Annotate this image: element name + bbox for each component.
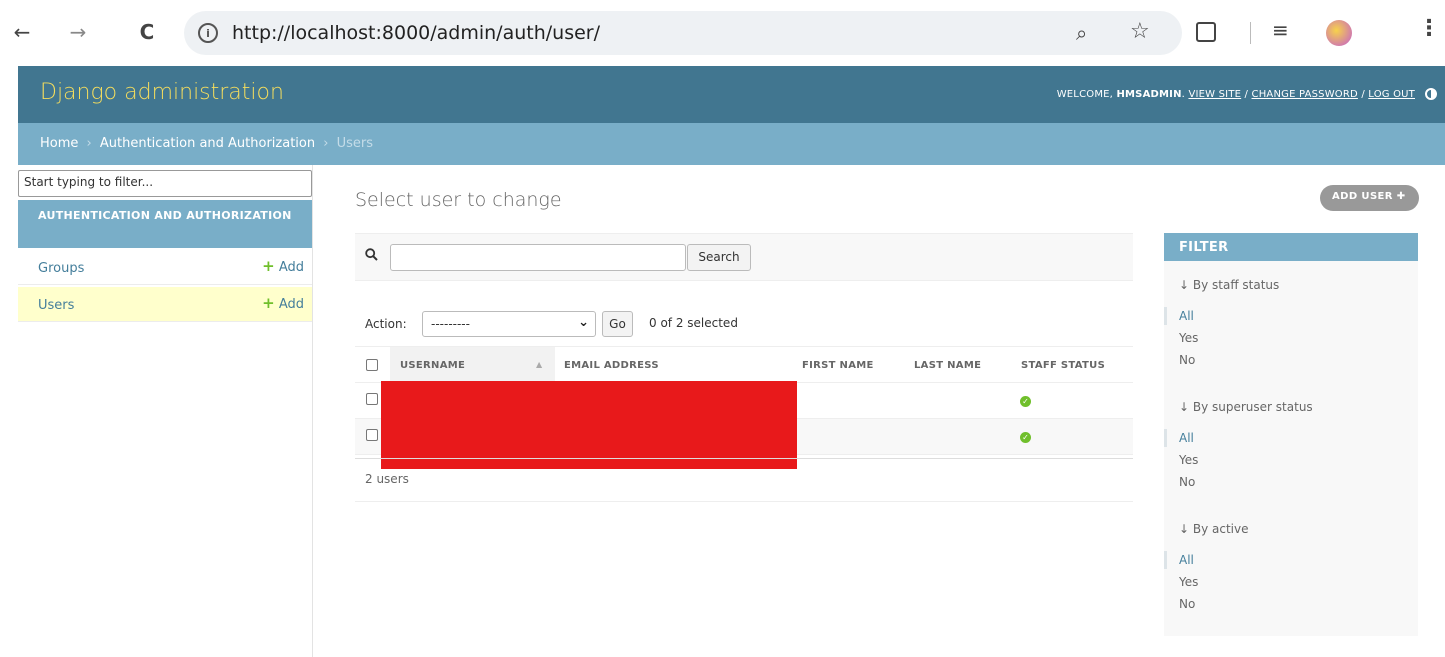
view-site-link[interactable]: VIEW SITE (1188, 89, 1241, 100)
filter-group-staff-status[interactable]: ↓ By staff status (1179, 278, 1279, 292)
sidebar-item-groups: Groups + Add (18, 250, 312, 285)
filter-group-active[interactable]: ↓ By active (1179, 522, 1249, 536)
site-name[interactable]: Django administration (40, 80, 284, 105)
filter-selected-marker (1164, 307, 1167, 325)
sidebar-item-label[interactable]: Users (38, 298, 74, 313)
filter-option-yes[interactable]: Yes (1179, 575, 1198, 589)
table-header: USERNAME ▲ EMAIL ADDRESS FIRST NAME LAST… (355, 346, 1133, 383)
log-out-link[interactable]: LOG OUT (1368, 89, 1415, 100)
column-header-staff-status[interactable]: STAFF STATUS (1021, 360, 1105, 371)
zoom-icon[interactable]: ⌕ (1076, 21, 1087, 45)
column-header-username[interactable]: USERNAME (400, 360, 465, 371)
column-header-email[interactable]: EMAIL ADDRESS (564, 360, 659, 371)
change-password-link[interactable]: CHANGE PASSWORD (1252, 89, 1358, 100)
add-group-link[interactable]: + Add (262, 257, 304, 275)
extensions-icon[interactable] (1196, 22, 1216, 42)
row-checkbox[interactable] (366, 393, 378, 405)
breadcrumb: Home › Authentication and Authorization … (18, 123, 1445, 165)
check-circle-icon: ✓ (1020, 396, 1031, 407)
redaction-block (381, 381, 797, 469)
column-header-first-name[interactable]: FIRST NAME (802, 360, 874, 371)
profile-avatar[interactable] (1326, 20, 1352, 46)
sort-ascending-icon[interactable]: ▲ (536, 360, 542, 369)
search-icon (365, 248, 378, 261)
filter-option-yes[interactable]: Yes (1179, 331, 1198, 345)
plus-icon: + (262, 257, 275, 275)
sidebar-item-label[interactable]: Groups (38, 261, 84, 276)
check-circle-icon: ✓ (1020, 432, 1031, 443)
search-input[interactable] (390, 244, 686, 271)
forward-icon[interactable]: → (64, 18, 92, 46)
action-label: Action: (365, 317, 407, 331)
tools-separator: / (1361, 89, 1365, 100)
admin-header: Django administration WELCOME, HMSADMIN.… (18, 66, 1445, 123)
add-user-button[interactable]: ADD USER ✚ (1320, 185, 1419, 211)
breadcrumb-home[interactable]: Home (40, 136, 78, 151)
sidebar-item-users: Users + Add (18, 287, 312, 322)
more-icon[interactable]: ⋮ (1418, 16, 1440, 41)
filter-option-all[interactable]: All (1179, 431, 1194, 445)
selected-count: 0 of 2 selected (649, 316, 738, 330)
site-info-icon[interactable]: i (198, 23, 218, 43)
sidebar-app-auth[interactable]: AUTHENTICATION AND AUTHORIZATION (18, 200, 312, 248)
user-tools: WELCOME, HMSADMIN. VIEW SITE / CHANGE PA… (1057, 89, 1415, 100)
paginator: 2 users (355, 458, 1133, 502)
tools-separator: / (1244, 89, 1249, 100)
bookmark-star-icon[interactable]: ☆ (1130, 19, 1150, 44)
action-selected-value: --------- (431, 317, 470, 331)
plus-icon: + (262, 294, 275, 312)
welcome-period: . (1181, 89, 1186, 100)
add-user-link[interactable]: + Add (262, 294, 304, 312)
page-title: Select user to change (355, 189, 562, 211)
actions-bar: Action: --------- ⌄ Go 0 of 2 selected (355, 308, 1133, 346)
changelist-filter: FILTER ↓ By staff status All Yes No ↓ By… (1164, 233, 1418, 636)
add-user-label: ADD USER (1332, 191, 1393, 202)
select-all-checkbox[interactable] (366, 359, 378, 371)
filter-option-no[interactable]: No (1179, 475, 1195, 489)
nav-sidebar: Start typing to filter... AUTHENTICATION… (18, 165, 313, 657)
filter-option-all[interactable]: All (1179, 309, 1194, 323)
breadcrumb-app[interactable]: Authentication and Authorization (100, 136, 315, 151)
address-url[interactable]: http://localhost:8000/admin/auth/user/ (232, 22, 600, 44)
chevron-down-icon: ⌄ (578, 315, 589, 330)
admin-username: HMSADMIN (1116, 89, 1182, 100)
go-button[interactable]: Go (602, 311, 633, 337)
breadcrumb-separator: › (323, 136, 329, 151)
theme-toggle-icon[interactable] (1425, 88, 1437, 100)
reading-list-icon[interactable]: ≡ (1272, 18, 1289, 42)
back-icon[interactable]: ← (8, 18, 36, 46)
toolbar-divider (1250, 22, 1251, 44)
filter-option-no[interactable]: No (1179, 353, 1195, 367)
reload-icon[interactable]: C (133, 18, 161, 46)
add-label: Add (278, 297, 304, 312)
filter-group-superuser-status[interactable]: ↓ By superuser status (1179, 400, 1313, 414)
action-select[interactable]: --------- ⌄ (422, 311, 596, 337)
breadcrumb-current: Users (336, 136, 373, 151)
breadcrumb-separator: › (86, 136, 92, 151)
filter-option-yes[interactable]: Yes (1179, 453, 1198, 467)
address-bar[interactable]: i http://localhost:8000/admin/auth/user/… (184, 11, 1182, 55)
filter-selected-marker (1164, 429, 1167, 447)
add-label: Add (278, 260, 304, 275)
filter-selected-marker (1164, 551, 1167, 569)
row-checkbox[interactable] (366, 429, 378, 441)
filter-option-no[interactable]: No (1179, 597, 1195, 611)
filter-title: FILTER (1164, 233, 1418, 261)
column-header-last-name[interactable]: LAST NAME (914, 360, 981, 371)
plus-icon: ✚ (1396, 191, 1406, 202)
welcome-label: WELCOME, (1056, 89, 1114, 100)
filter-option-all[interactable]: All (1179, 553, 1194, 567)
search-button[interactable]: Search (687, 244, 751, 271)
browser-toolbar: ← → C i http://localhost:8000/admin/auth… (0, 0, 1445, 66)
search-toolbar: Search (355, 233, 1133, 281)
sidebar-filter-input[interactable]: Start typing to filter... (18, 170, 312, 197)
